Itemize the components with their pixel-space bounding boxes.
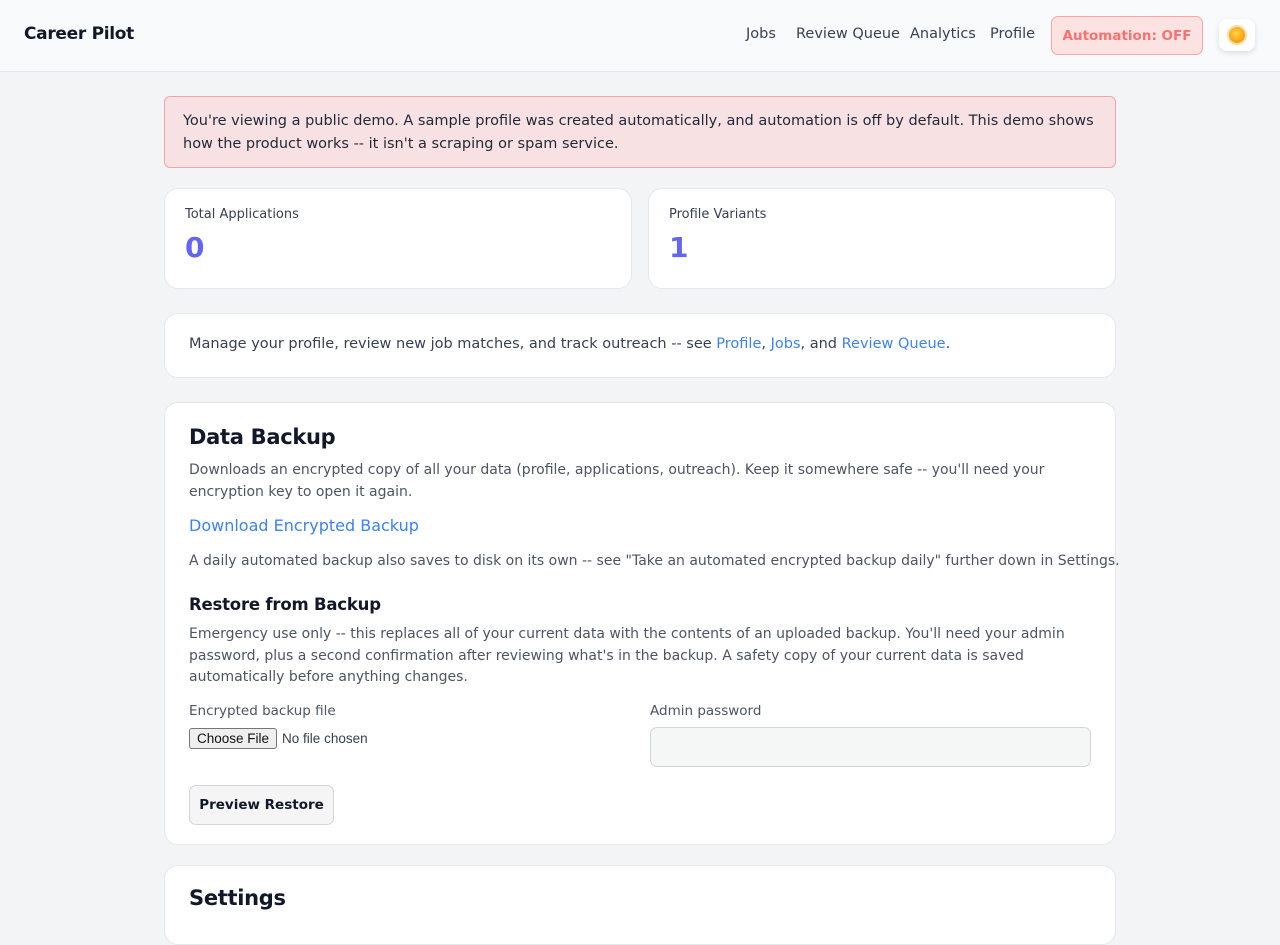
intro-link-profile[interactable]: Profile — [716, 336, 761, 352]
demo-notice-banner: You're viewing a public demo. A sample p… — [164, 96, 1116, 168]
intro-comma: , — [761, 336, 771, 352]
theme-toggle-button[interactable] — [1219, 19, 1255, 51]
top-nav-bar: Career Pilot Jobs Review Queue Analytics… — [0, 0, 1280, 72]
intro-and: , and — [800, 336, 842, 352]
data-backup-description: Downloads an encrypted copy of all your … — [189, 462, 1045, 500]
settings-card: Settings — [164, 865, 1116, 945]
download-backup-link[interactable]: Download Encrypted Backup — [189, 516, 419, 535]
restore-description: Emergency use only -- this replaces all … — [189, 626, 1065, 685]
intro-link-jobs[interactable]: Jobs — [771, 336, 801, 352]
intro-text-start: Manage your profile, review new job matc… — [189, 336, 717, 352]
backup-file-input: Choose File No file chosen — [189, 728, 368, 749]
stat-value: 1 — [669, 231, 689, 264]
daily-backup-note: A daily automated backup also saves to d… — [189, 553, 1120, 569]
intro-link-review-queue[interactable]: Review Queue — [842, 336, 946, 352]
preview-restore-button[interactable]: Preview Restore — [189, 785, 334, 825]
file-status-text: No file chosen — [282, 731, 368, 746]
sun-icon — [1229, 27, 1245, 43]
intro-end: . — [945, 336, 951, 352]
admin-password-input[interactable] — [650, 727, 1091, 767]
nav-review-queue[interactable]: Review Queue — [796, 26, 900, 42]
stat-card-total-applications: Total Applications 0 — [164, 188, 632, 289]
nav-analytics[interactable]: Analytics — [910, 26, 976, 42]
restore-title: Restore from Backup — [189, 595, 381, 614]
intro-text: Manage your profile, review new job matc… — [189, 336, 950, 352]
nav-profile[interactable]: Profile — [990, 26, 1035, 42]
brand-logo[interactable]: Career Pilot — [24, 24, 134, 44]
data-backup-card: Data Backup Downloads an encrypted copy … — [164, 402, 1120, 845]
stat-label: Total Applications — [185, 207, 299, 222]
intro-card: Manage your profile, review new job matc… — [164, 313, 1116, 378]
nav-jobs[interactable]: Jobs — [746, 26, 776, 42]
admin-password-label: Admin password — [650, 703, 762, 719]
automation-toggle-button[interactable]: Automation: OFF — [1051, 16, 1203, 55]
stat-value: 0 — [185, 231, 205, 264]
stat-label: Profile Variants — [669, 207, 767, 222]
stat-card-profile-variants: Profile Variants 1 — [648, 188, 1116, 289]
backup-file-label: Encrypted backup file — [189, 703, 336, 719]
data-backup-title: Data Backup — [189, 425, 336, 449]
choose-file-button[interactable]: Choose File — [189, 728, 278, 749]
settings-title: Settings — [189, 886, 286, 910]
